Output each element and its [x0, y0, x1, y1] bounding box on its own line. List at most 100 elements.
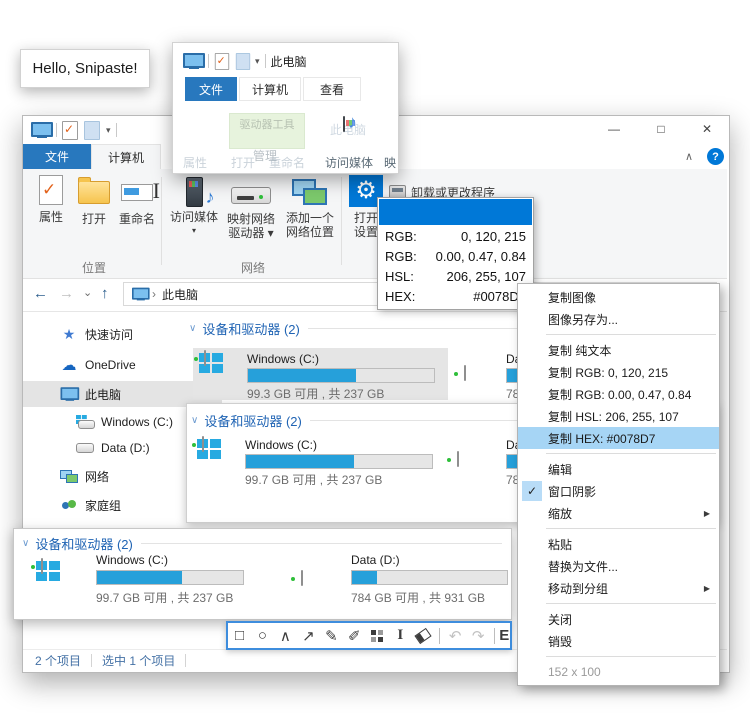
drive-icon	[299, 567, 301, 581]
pencil-tool[interactable]: ✎	[320, 623, 343, 648]
menu-item-size-label: 152 x 100	[518, 661, 719, 683]
drive-name: Windows (C:)	[245, 438, 317, 452]
context-menu: 复制图像 图像另存为... 复制 纯文本 复制 RGB: 0, 120, 215…	[517, 283, 720, 686]
menu-separator	[518, 599, 719, 608]
ghost-properties-label: 属性	[183, 154, 207, 171]
menu-item-replace-with-file[interactable]: 替换为文件...	[518, 555, 719, 577]
submenu-arrow-icon: ▶	[704, 584, 710, 593]
polyline-tool[interactable]: ∧	[274, 623, 297, 648]
rgb-row: RGB:0, 120, 215	[378, 226, 533, 246]
drive-icon	[199, 353, 201, 367]
menu-item-copy-hsl[interactable]: 复制 HSL: 206, 255, 107	[518, 405, 719, 427]
open-folder-icon	[78, 181, 110, 204]
screenshot-stage: ✓ ▾ — □ ✕ 文件 计算机 查看 ∧ ? ✓ 属性 打开 I	[0, 0, 750, 719]
ghost-open-label: 打开	[231, 154, 255, 171]
access-media-icon: ♪	[186, 177, 203, 207]
drive-item-c-group1[interactable]: Windows (C:) 99.3 GB 可用 , 共 237 GB	[193, 348, 448, 400]
forward-button[interactable]: →	[59, 285, 74, 302]
ribbon-collapse-icon[interactable]: ∧	[685, 150, 693, 163]
rectangle-tool[interactable]: □	[228, 623, 251, 648]
qat-newfolder-icon[interactable]	[84, 121, 100, 140]
ribbon-map-drive-button[interactable]: 映射网络 驱动器 ▾	[223, 175, 279, 240]
mosaic-tool[interactable]	[366, 623, 389, 648]
ellipse-tool[interactable]: ○	[251, 623, 274, 648]
text-tool[interactable]: I	[389, 623, 412, 648]
recent-dropdown-icon[interactable]: ⌄	[83, 286, 92, 299]
ribbon: ✓ 属性 打开 I 重命名 位置 ♪ 访问媒体 ▾ 映射网络 驱动器 ▾	[23, 169, 727, 279]
chevron-down-icon: ∨	[22, 538, 29, 549]
drive-info: 99.3 GB 可用 , 共 237 GB	[247, 385, 384, 402]
drive-name: Windows (C:)	[96, 553, 168, 567]
breadcrumb[interactable]: 此电脑	[162, 286, 198, 303]
menu-item-window-shadow[interactable]: ✓ 窗口阴影	[518, 480, 719, 502]
ribbon-open-button[interactable]: 打开	[75, 175, 113, 226]
ghost-rename-label: 重命名	[269, 154, 305, 171]
close-button[interactable]: ✕	[690, 116, 724, 142]
menu-item-close[interactable]: 关闭	[518, 608, 719, 630]
undo-button[interactable]: ↶	[444, 623, 467, 648]
hsl-row: HSL:206, 255, 107	[378, 266, 533, 286]
chevron-down-icon: ∨	[191, 415, 198, 426]
up-button[interactable]: ↑	[101, 285, 109, 302]
ribbon-properties-button[interactable]: ✓ 属性	[31, 175, 71, 224]
snip-tab-view: 查看	[303, 77, 361, 101]
ribbon-rename-button[interactable]: I 重命名	[113, 175, 161, 226]
pinned-snip-explorer-corner[interactable]: ✓ ▾ 此电脑 文件 计算机 查看 驱动器工具 此电脑 管理 属性 打开 重命名…	[172, 42, 399, 174]
redo-button[interactable]: ↷	[467, 623, 490, 648]
menu-separator	[518, 524, 719, 533]
ribbon-group-network: 网络	[167, 259, 339, 276]
tab-file[interactable]: 文件	[23, 144, 91, 169]
menu-item-move-to-group[interactable]: 移动到分组 ▶	[518, 577, 719, 599]
menu-item-zoom[interactable]: 缩放 ▶	[518, 502, 719, 524]
marker-tool[interactable]: ✐	[343, 623, 366, 648]
menu-item-copy-rgb[interactable]: 复制 RGB: 0, 120, 215	[518, 361, 719, 383]
checkmark-icon: ✓	[522, 481, 542, 501]
menu-item-save-image-as[interactable]: 图像另存为...	[518, 308, 719, 330]
menu-item-copy-plain-text[interactable]: 复制 纯文本	[518, 339, 719, 361]
minimize-button[interactable]: —	[597, 116, 631, 142]
capacity-bar	[247, 368, 435, 383]
ribbon-access-media-button[interactable]: ♪ 访问媒体 ▾	[167, 175, 221, 238]
homegroup-icon	[59, 499, 79, 511]
drive-icon	[462, 358, 464, 372]
arrow-tool[interactable]: ↗	[297, 623, 320, 648]
cloud-icon: ☁	[59, 356, 79, 374]
group-header-3: ∨ 设备和驱动器 (2)	[22, 534, 502, 553]
ribbon-add-location-button[interactable]: 添加一个 网络位置	[281, 175, 339, 239]
qat-properties-icon[interactable]: ✓	[62, 121, 78, 140]
back-button[interactable]: ←	[33, 285, 48, 302]
eraser-icon	[415, 627, 432, 643]
drive-d-icon	[75, 443, 95, 453]
network-icon	[59, 470, 79, 483]
menu-item-copy-rgb-float[interactable]: 复制 RGB: 0.00, 0.47, 0.84	[518, 383, 719, 405]
menu-item-destroy[interactable]: 销毁	[518, 630, 719, 652]
maximize-button[interactable]: □	[644, 116, 678, 142]
color-picker-tooltip: RGB:0, 120, 215 RGB:0.00, 0.47, 0.84 HSL…	[377, 197, 534, 310]
submenu-arrow-icon: ▶	[704, 509, 710, 518]
tab-computer[interactable]: 计算机	[91, 144, 161, 169]
add-network-location-icon	[292, 179, 328, 207]
menu-item-copy-hex[interactable]: 复制 HEX: #0078D7	[518, 427, 719, 449]
capacity-bar	[245, 454, 433, 469]
address-pc-icon	[132, 288, 148, 301]
drive-info: 784 GB 可用 , 共 931 GB	[351, 589, 485, 606]
color-swatch	[379, 199, 532, 225]
menu-item-edit[interactable]: 编辑	[518, 458, 719, 480]
menu-item-copy-image[interactable]: 复制图像	[518, 286, 719, 308]
drive-info: 99.7 GB 可用 , 共 237 GB	[245, 471, 382, 488]
eraser-tool[interactable]	[412, 623, 435, 648]
qat-dropdown-icon: ▾	[255, 56, 260, 67]
menu-separator	[518, 652, 719, 661]
help-icon[interactable]: ?	[707, 148, 724, 165]
ghost-map-label: 映	[384, 154, 396, 171]
qat-properties-icon: ✓	[215, 52, 229, 69]
snip-annotation-toolbar: □ ○ ∧ ↗ ✎ ✐ I ↶ ↷ E	[226, 621, 512, 650]
hello-snip[interactable]: Hello, Snipaste!	[20, 49, 150, 88]
snip-window-title: 此电脑	[271, 53, 307, 70]
drive-icon	[455, 444, 457, 458]
snip-tab-computer: 计算机	[239, 77, 301, 101]
more-tool[interactable]: E	[499, 623, 510, 648]
qat-dropdown-icon[interactable]: ▾	[106, 125, 111, 136]
pinned-snip-drives-bottom[interactable]: ∨ 设备和驱动器 (2) Windows (C:) 99.7 GB 可用 , 共…	[13, 528, 512, 620]
menu-item-paste[interactable]: 粘贴	[518, 533, 719, 555]
